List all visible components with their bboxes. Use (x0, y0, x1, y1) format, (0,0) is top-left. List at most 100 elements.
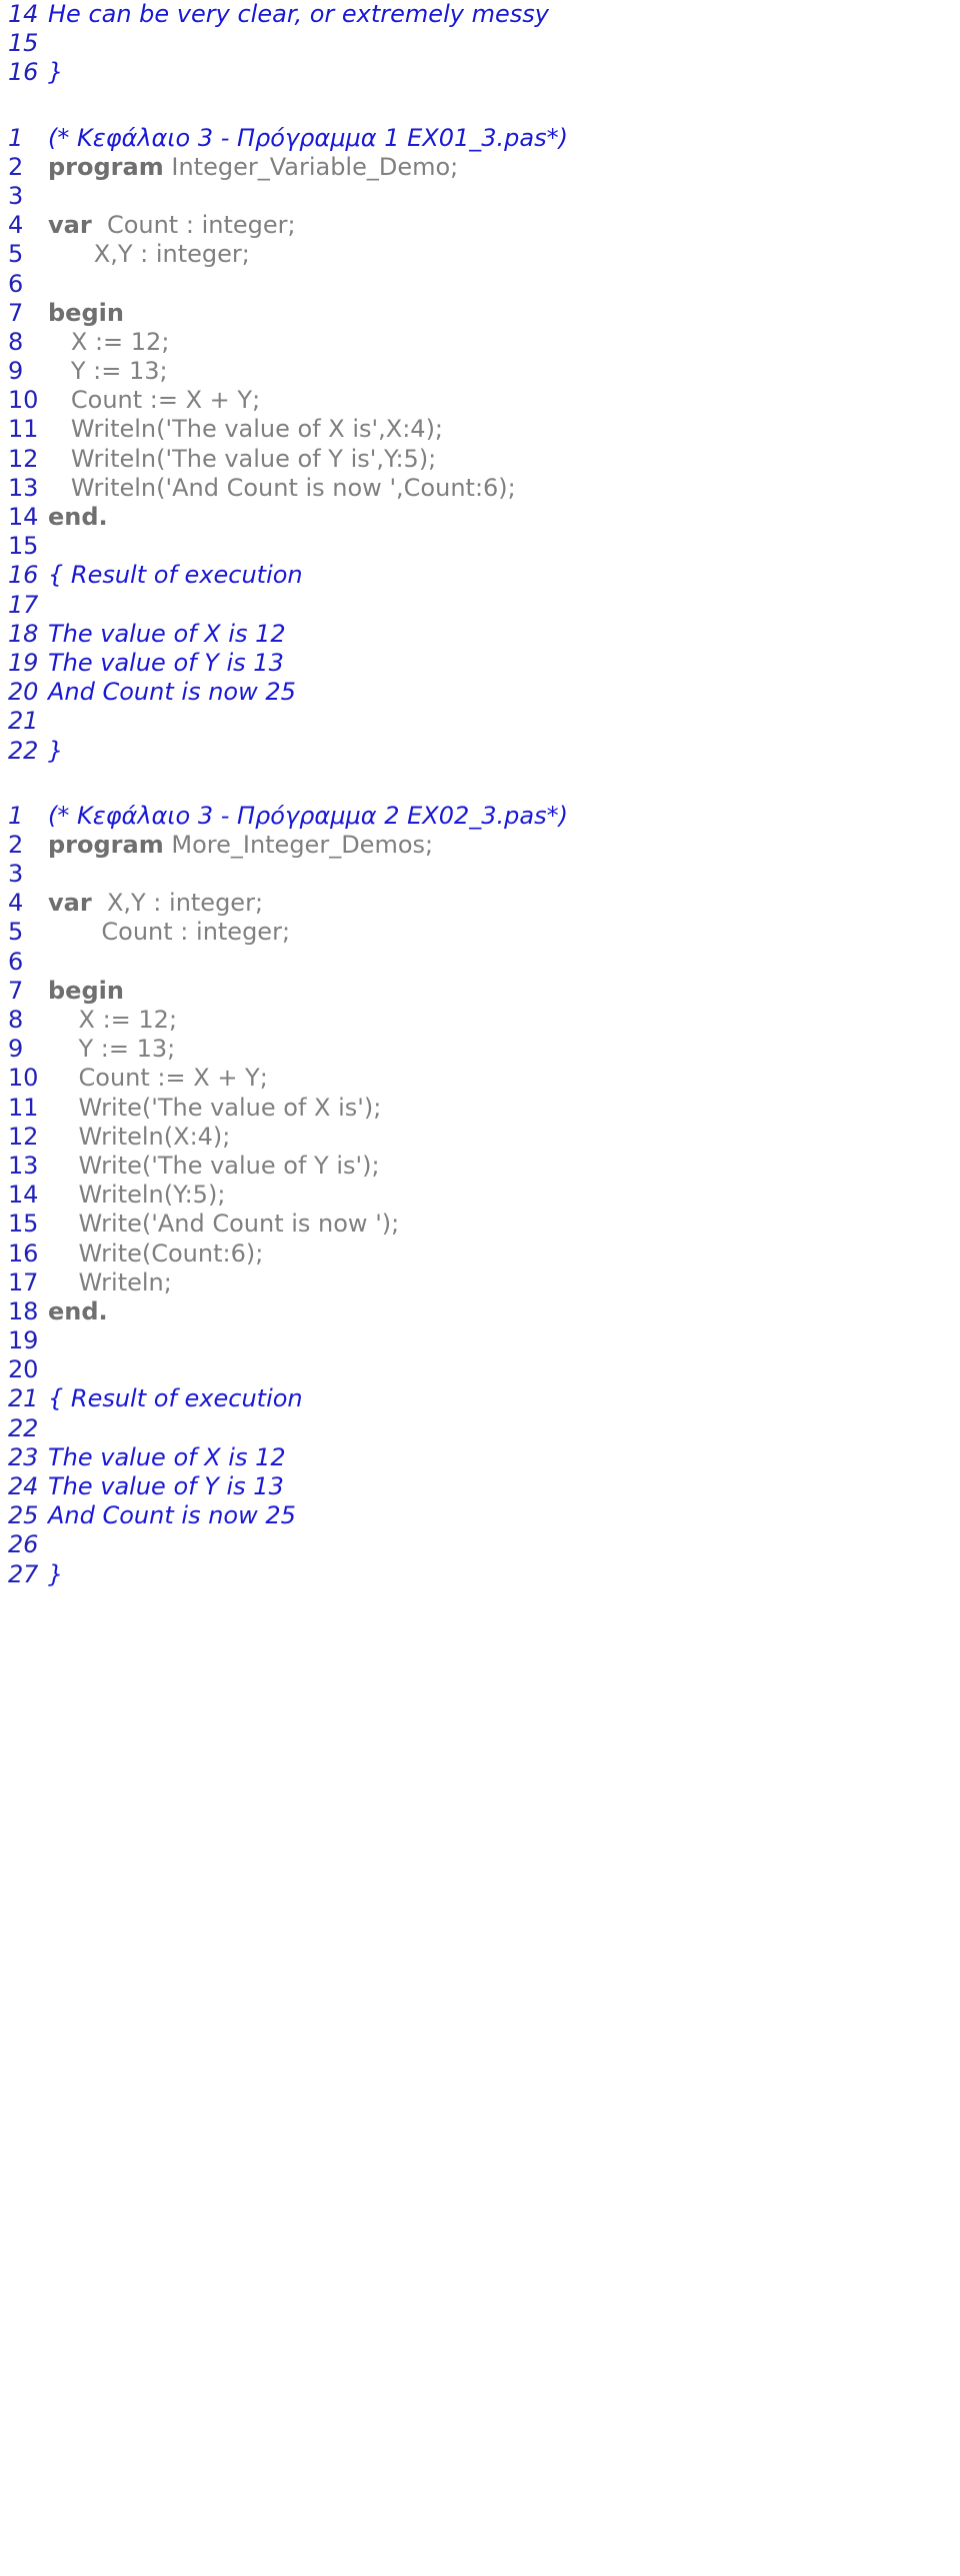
code-block: 1 (* Κεφάλαιο 3 - Πρόγραμμα 2 EX02_3.pas*… (0, 802, 960, 1589)
code-content: The value of X is 12 (48, 1443, 960, 1472)
document-page: 14 He can be very clear, or extremely mes… (0, 0, 960, 2576)
code-content: Count := X + Y; (48, 386, 960, 415)
code-text: X,Y : integer; (48, 240, 250, 269)
code-content: } (48, 737, 960, 766)
line-number: 10 (8, 1064, 39, 1093)
code-line: 15 (0, 532, 960, 561)
line-number: 6 (8, 269, 24, 298)
line-number: 22 (8, 736, 39, 765)
comment-text: } (48, 1559, 64, 1588)
line-number: 4 (8, 211, 24, 240)
code-content: Writeln(X:4); (48, 1123, 960, 1152)
code-line: 12 Writeln('The value of Y is',Y:5); (0, 445, 960, 474)
code-content: The value of Y is 13 (48, 1472, 960, 1501)
code-line: 15 Write('And Count is now '); (0, 1210, 960, 1239)
code-content: } (48, 1560, 960, 1589)
code-line: 14 He can be very clear, or extremely mes… (0, 0, 960, 29)
line-number: 20 (8, 678, 39, 707)
code-content: } (48, 58, 960, 87)
code-content: Write('The value of X is'); (48, 1094, 960, 1123)
line-number: 26 (8, 1530, 39, 1559)
line-number: 17 (8, 1268, 39, 1296)
code-content: Writeln(Y:5); (48, 1181, 960, 1210)
code-content: var X,Y : integer; (48, 889, 960, 918)
code-line: 2 program More_Integer_Demos; (0, 831, 960, 860)
code-content: Count : integer; (48, 918, 960, 947)
code-line: 3 (0, 860, 960, 889)
line-number: 3 (8, 181, 24, 210)
code-line: 20 And Count is now 25 (0, 678, 960, 707)
line-number: 8 (8, 327, 24, 356)
code-line: 11 Writeln('The value of X is',X:4); (0, 415, 960, 444)
code-text: Write('The value of Y is'); (48, 1151, 380, 1180)
code-line: 6 (0, 948, 960, 977)
code-text: Count : integer; (48, 918, 291, 947)
code-content: Writeln('The value of Y is',Y:5); (48, 445, 960, 474)
line-number: 2 (8, 830, 24, 859)
code-line: 7 begin (0, 299, 960, 328)
line-number: 12 (8, 1122, 39, 1151)
keyword-token: end. (48, 1296, 108, 1325)
code-line: 2 program Integer_Variable_Demo; (0, 153, 960, 182)
code-content: Writeln('The value of X is',X:4); (48, 415, 960, 444)
comment-text: He can be very clear, or extremely messy (48, 0, 549, 28)
code-line: 3 (0, 182, 960, 211)
code-content: { Result of execution (48, 561, 960, 590)
comment-text: } (48, 58, 64, 87)
code-line: 6 (0, 270, 960, 299)
code-content: X := 12; (48, 328, 960, 357)
line-number: 5 (8, 918, 24, 947)
line-number: 10 (8, 386, 39, 415)
line-number: 21 (8, 707, 39, 736)
line-number: 13 (8, 473, 39, 502)
line-number: 16 (8, 58, 39, 87)
code-text: Writeln('The value of Y is',Y:5); (48, 444, 437, 473)
line-number: 7 (8, 976, 24, 1005)
line-number: 15 (8, 29, 39, 58)
code-text: Write('And Count is now '); (48, 1210, 400, 1239)
code-content: Writeln; (48, 1269, 960, 1297)
comment-text: And Count is now 25 (48, 678, 296, 707)
line-number: 23 (8, 1442, 39, 1471)
code-text: X := 12; (48, 327, 170, 356)
code-line: 23 The value of X is 12 (0, 1443, 960, 1472)
code-line: 18 The value of X is 12 (0, 620, 960, 649)
line-number: 18 (8, 619, 39, 648)
line-number: 18 (8, 1296, 39, 1325)
line-number: 19 (8, 1326, 39, 1355)
code-text: Write(Count:6); (48, 1239, 264, 1268)
line-number: 15 (8, 1210, 39, 1239)
code-line: 18 end. (0, 1297, 960, 1326)
code-content: begin (48, 977, 960, 1006)
comment-text: The value of Y is 13 (48, 648, 284, 677)
code-text: X := 12; (48, 1006, 178, 1034)
keyword-token: begin (48, 298, 124, 327)
code-content: (* Κεφάλαιο 3 - Πρόγραμμα 1 EX01_3.pas*) (48, 124, 960, 153)
line-number: 3 (8, 860, 24, 889)
code-text: Write('The value of X is'); (48, 1093, 382, 1122)
line-number: 12 (8, 444, 39, 473)
code-content: And Count is now 25 (48, 1501, 960, 1530)
line-number: 14 (8, 503, 39, 531)
code-text: More_Integer_Demos; (163, 830, 434, 859)
code-line: 19 The value of Y is 13 (0, 649, 960, 678)
code-content: Count := X + Y; (48, 1064, 960, 1093)
comment-text: And Count is now 25 (48, 1501, 296, 1530)
code-line: 13 Writeln('And Count is now ',Count:6); (0, 474, 960, 503)
code-text: Writeln('And Count is now ',Count:6); (48, 473, 516, 502)
code-line: 16 { Result of execution (0, 561, 960, 590)
code-line: 5 Count : integer; (0, 918, 960, 947)
code-content: Write('The value of Y is'); (48, 1152, 960, 1181)
code-text: Integer_Variable_Demo; (163, 152, 459, 181)
code-line: 10 Count := X + Y; (0, 1064, 960, 1093)
line-number: 1 (8, 123, 24, 152)
code-content: program Integer_Variable_Demo; (48, 153, 960, 182)
comment-text: The value of Y is 13 (48, 1472, 284, 1500)
code-text: Count := X + Y; (48, 386, 261, 415)
comment-text: } (48, 736, 64, 765)
keyword-token: program (48, 830, 164, 859)
line-number: 19 (8, 648, 39, 677)
code-block: 1 (* Κεφάλαιο 3 - Πρόγραμμα 1 EX01_3.pas*… (0, 124, 960, 766)
code-line: 17 (0, 591, 960, 620)
line-number: 7 (8, 298, 24, 327)
